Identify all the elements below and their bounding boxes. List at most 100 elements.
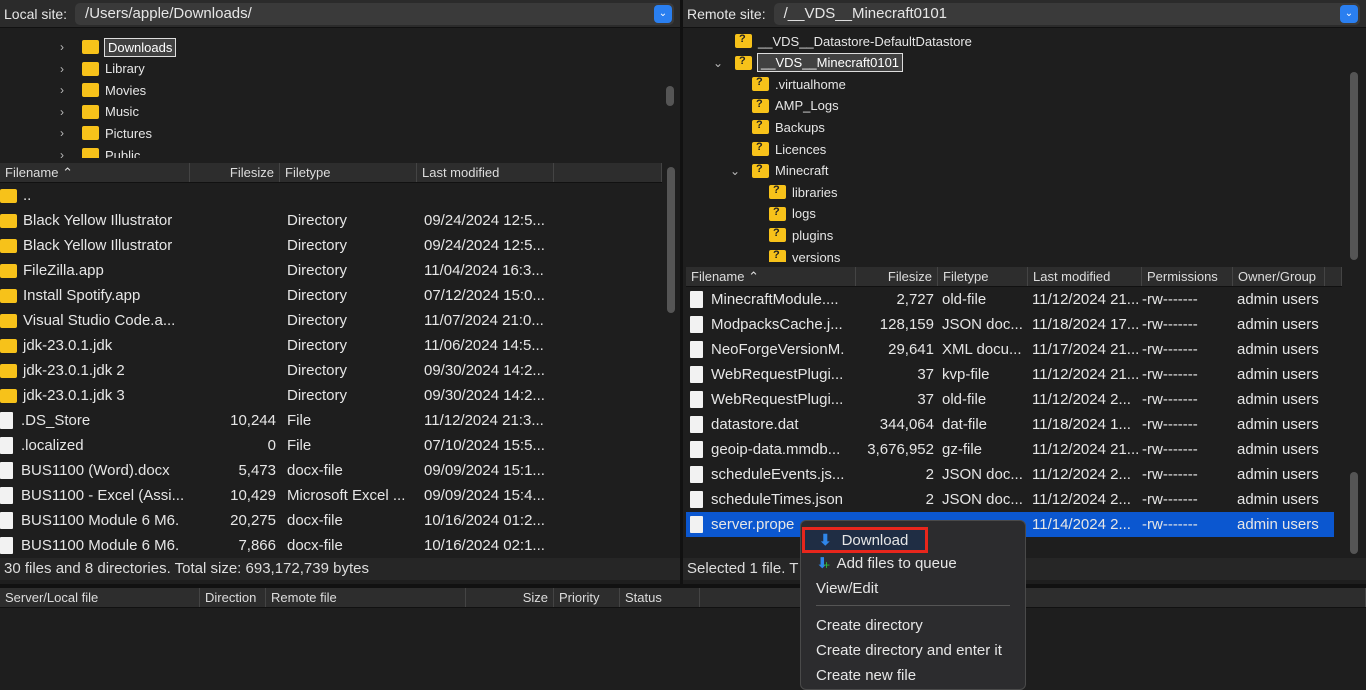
local-list-scrollbar[interactable] (667, 167, 675, 313)
column-last-modified[interactable]: Last modified (1028, 267, 1142, 286)
table-row[interactable]: scheduleTimes.json2JSON doc...11/12/2024… (686, 487, 1334, 512)
tree-node[interactable]: versions (747, 247, 840, 262)
table-row[interactable]: BUS1100 - Excel (Assi...10,429Microsoft … (0, 483, 662, 508)
column-last-modified[interactable]: Last modified (417, 163, 554, 182)
tree-node[interactable]: Backups (730, 117, 825, 137)
table-row[interactable]: geoip-data.mmdb...3,676,952gz-file11/12/… (686, 437, 1334, 462)
tree-node[interactable]: __VDS__Datastore-DefaultDatastore (713, 31, 972, 51)
filename: Visual Studio Code.a... (23, 312, 175, 329)
tree-node[interactable]: .virtualhome (730, 74, 846, 94)
tree-node[interactable]: plugins (747, 225, 833, 245)
tree-node[interactable]: Licences (730, 139, 826, 159)
table-row[interactable]: Black Yellow IllustratorDirectory09/24/2… (0, 208, 662, 233)
menu-item-create-directory[interactable]: Create directory (816, 614, 923, 636)
queue-column[interactable]: Size (466, 588, 554, 607)
chevron-down-icon[interactable]: ⌄ (713, 56, 725, 70)
chevron-right-icon[interactable]: › (60, 126, 72, 140)
menu-item-download[interactable]: ⬇Download (802, 527, 928, 553)
cell-modified: 10/16/2024 02:1... (417, 537, 554, 554)
cell-modified: 10/16/2024 01:2... (417, 512, 554, 529)
cell-owner: admin users (1233, 291, 1333, 308)
remote-list-scrollbar[interactable] (1350, 472, 1358, 554)
column-permissions[interactable]: Permissions (1142, 267, 1233, 286)
menu-item-create-new-file[interactable]: Create new file (816, 664, 916, 686)
queue-column[interactable]: Server/Local file (0, 588, 200, 607)
local-list-header: Filename ⌃ Filesize Filetype Last modifi… (0, 163, 662, 183)
menu-item-create-directory-enter[interactable]: Create directory and enter it (816, 639, 1002, 661)
table-row[interactable]: NeoForgeVersionM.29,641XML docu...11/17/… (686, 337, 1334, 362)
column-filesize[interactable]: Filesize (190, 163, 280, 182)
chevron-right-icon[interactable]: › (60, 148, 72, 158)
chevron-right-icon[interactable]: › (60, 40, 72, 54)
cell-modified: 09/09/2024 15:1... (417, 462, 554, 479)
cell-modified: 11/04/2024 16:3... (417, 262, 554, 279)
table-row[interactable]: BUS1100 Module 6 M6.7,866docx-file10/16/… (0, 533, 662, 557)
chevron-down-icon[interactable]: ⌄ (730, 164, 742, 178)
table-row[interactable]: jdk-23.0.1.jdkDirectory11/06/2024 14:5..… (0, 333, 662, 358)
cell-filesize: 5,473 (190, 462, 280, 479)
table-row[interactable]: BUS1100 Module 6 M6.20,275docx-file10/16… (0, 508, 662, 533)
tree-node[interactable]: AMP_Logs (730, 96, 839, 116)
column-filetype[interactable]: Filetype (938, 267, 1028, 286)
cell-owner: admin users (1233, 516, 1333, 533)
local-site-path-input[interactable]: /Users/apple/Downloads/⌄ (75, 3, 674, 25)
chevron-down-icon[interactable]: ⌄ (1340, 5, 1358, 23)
local-tree-scrollbar[interactable] (666, 86, 674, 106)
table-row[interactable]: FileZilla.appDirectory11/04/2024 16:3... (0, 258, 662, 283)
tree-node[interactable]: ⌄__VDS__Minecraft0101 (713, 53, 902, 73)
table-row[interactable]: .localized0File07/10/2024 15:5... (0, 433, 662, 458)
tree-node[interactable]: › Downloads (60, 37, 175, 57)
queue-column[interactable]: Direction (200, 588, 266, 607)
cell-filetype: Directory (280, 387, 417, 404)
column-owner-group[interactable]: Owner/Group (1233, 267, 1325, 286)
table-row[interactable]: jdk-23.0.1.jdk 2Directory09/30/2024 14:2… (0, 358, 662, 383)
tree-node[interactable]: ›Public (60, 145, 140, 158)
menu-item-view-edit[interactable]: View/Edit (816, 577, 878, 599)
queue-column[interactable]: Remote file (266, 588, 466, 607)
table-row[interactable]: scheduleEvents.js...2JSON doc...11/12/20… (686, 462, 1334, 487)
folder-icon (0, 339, 17, 353)
chevron-right-icon[interactable]: › (60, 83, 72, 97)
table-row[interactable]: .DS_Store10,244File11/12/2024 21:3... (0, 408, 662, 433)
cell-owner: admin users (1233, 466, 1333, 483)
table-row[interactable]: ModpacksCache.j...128,159JSON doc...11/1… (686, 312, 1334, 337)
tree-node[interactable]: logs (747, 204, 816, 224)
folder-unknown-icon (735, 56, 752, 70)
remote-tree-scrollbar[interactable] (1350, 72, 1358, 260)
chevron-down-icon[interactable]: ⌄ (654, 5, 672, 23)
file-icon (690, 516, 703, 533)
tree-node[interactable]: ›Library (60, 59, 145, 79)
table-row[interactable]: Visual Studio Code.a...Directory11/07/20… (0, 308, 662, 333)
column-filesize[interactable]: Filesize (856, 267, 938, 286)
tree-node[interactable]: ›Movies (60, 80, 146, 100)
table-row[interactable]: datastore.dat344,064dat-file11/18/2024 1… (686, 412, 1334, 437)
queue-column[interactable]: Priority (554, 588, 620, 607)
tree-node-label: Downloads (105, 39, 175, 56)
tree-node[interactable]: ›Pictures (60, 123, 152, 143)
sort-ascending-icon: ⌃ (748, 269, 759, 284)
table-row[interactable]: jdk-23.0.1.jdk 3Directory09/30/2024 14:2… (0, 383, 662, 408)
table-row[interactable]: Black Yellow IllustratorDirectory09/24/2… (0, 233, 662, 258)
table-row[interactable]: .. (0, 183, 662, 208)
queue-column[interactable]: Status (620, 588, 700, 607)
tree-node[interactable]: ⌄Minecraft (730, 161, 828, 181)
filename: BUS1100 (Word).docx (21, 462, 170, 479)
chevron-right-icon[interactable]: › (60, 62, 72, 76)
file-icon (0, 462, 13, 479)
tree-node[interactable]: libraries (747, 182, 838, 202)
remote-path-text: /__VDS__Minecraft0101 (784, 5, 947, 22)
chevron-right-icon[interactable]: › (60, 105, 72, 119)
menu-item-add-to-queue[interactable]: ⬇+Add files to queue (816, 552, 957, 574)
table-row[interactable]: Install Spotify.appDirectory07/12/2024 1… (0, 283, 662, 308)
tree-node-label: __VDS__Datastore-DefaultDatastore (758, 34, 972, 49)
column-filename[interactable]: Filename ⌃ (686, 267, 856, 286)
table-row[interactable]: WebRequestPlugi...37kvp-file11/12/2024 2… (686, 362, 1334, 387)
table-row[interactable]: WebRequestPlugi...37old-file11/12/2024 2… (686, 387, 1334, 412)
table-row[interactable]: MinecraftModule....2,727old-file11/12/20… (686, 287, 1334, 312)
column-filename[interactable]: Filename ⌃ (0, 163, 190, 182)
tree-node[interactable]: ›Music (60, 102, 139, 122)
menu-separator (816, 605, 1010, 606)
remote-site-path-input[interactable]: /__VDS__Minecraft0101 ⌄ (774, 3, 1360, 25)
column-filetype[interactable]: Filetype (280, 163, 417, 182)
table-row[interactable]: BUS1100 (Word).docx5,473docx-file09/09/2… (0, 458, 662, 483)
